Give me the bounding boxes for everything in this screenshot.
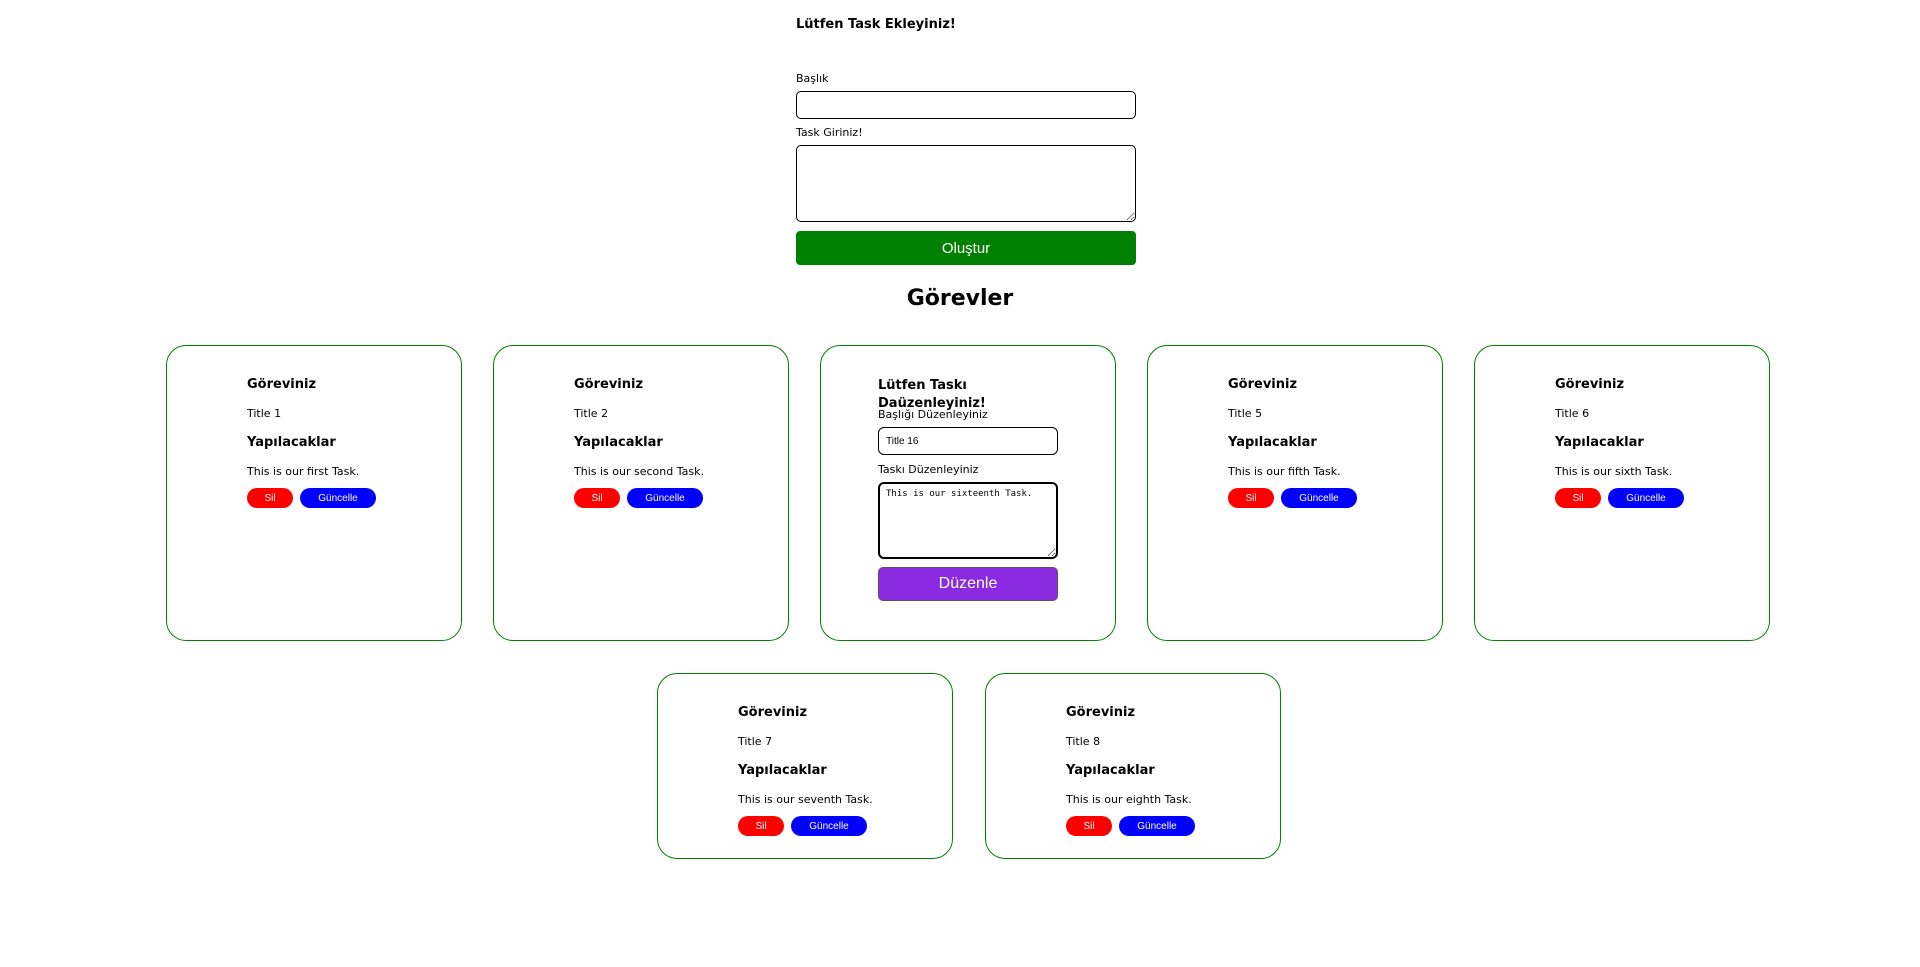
delete-button[interactable]: Sil: [1555, 488, 1601, 508]
task-description: This is our first Task.: [247, 465, 360, 478]
task-description: This is our seventh Task.: [738, 793, 873, 806]
delete-button[interactable]: Sil: [738, 816, 784, 836]
task-title: Title 8: [1066, 735, 1101, 748]
task-description: This is our sixth Task.: [1555, 465, 1673, 478]
task-card-content: Göreviniz Title 1 Yapılacaklar This is o…: [247, 376, 447, 508]
delete-button[interactable]: Sil: [1066, 816, 1112, 836]
task-heading: Göreviniz: [574, 377, 644, 392]
edit-task-textarea[interactable]: This is our sixteenth Task.: [878, 482, 1058, 559]
edit-task-label: Taskı Düzenleyiniz: [878, 463, 979, 476]
todo-heading: Yapılacaklar: [738, 763, 827, 778]
task-description: This is our eighth Task.: [1066, 793, 1192, 806]
add-task-form: Lütfen Task Ekleyiniz! Başlık Task Girin…: [796, 16, 1136, 265]
task-textarea[interactable]: [796, 145, 1136, 222]
card-actions: Sil Güncelle: [1228, 488, 1428, 508]
task-card-content: Göreviniz Title 7 Yapılacaklar This is o…: [738, 704, 938, 836]
task-heading: Göreviniz: [738, 705, 808, 720]
task-description: This is our second Task.: [574, 465, 704, 478]
add-form-title: Lütfen Task Ekleyiniz!: [796, 17, 956, 32]
card-actions: Sil Güncelle: [247, 488, 447, 508]
task-card: Göreviniz Title 2 Yapılacaklar This is o…: [493, 345, 789, 641]
page: Lütfen Task Ekleyiniz! Başlık Task Girin…: [0, 0, 1920, 967]
todo-heading: Yapılacaklar: [1555, 435, 1644, 450]
todo-heading: Yapılacaklar: [1066, 763, 1155, 778]
update-button[interactable]: Güncelle: [1119, 816, 1195, 836]
task-heading: Göreviniz: [1228, 377, 1298, 392]
tasks-heading: Görevler: [906, 286, 1014, 311]
edit-task-form: Lütfen Taskı Daüzenleyiniz! Başlığı Düze…: [878, 377, 1058, 601]
create-button[interactable]: Oluştur: [796, 231, 1136, 265]
todo-heading: Yapılacaklar: [247, 435, 336, 450]
title-input[interactable]: [796, 91, 1136, 119]
update-button[interactable]: Güncelle: [791, 816, 867, 836]
delete-button[interactable]: Sil: [1228, 488, 1274, 508]
task-label: Task Giriniz!: [796, 126, 863, 139]
todo-heading: Yapılacaklar: [574, 435, 663, 450]
edit-title-input[interactable]: [878, 427, 1058, 455]
task-card: Göreviniz Title 8 Yapılacaklar This is o…: [985, 673, 1281, 859]
task-card-content: Göreviniz Title 8 Yapılacaklar This is o…: [1066, 704, 1266, 836]
task-card-content: Göreviniz Title 5 Yapılacaklar This is o…: [1228, 376, 1428, 508]
edit-form-title: Lütfen Taskı Daüzenleyiniz!: [878, 378, 986, 411]
delete-button[interactable]: Sil: [247, 488, 293, 508]
task-title: Title 2: [574, 407, 609, 420]
edit-task-card: Lütfen Taskı Daüzenleyiniz! Başlığı Düze…: [820, 345, 1116, 641]
task-card: Göreviniz Title 6 Yapılacaklar This is o…: [1474, 345, 1770, 641]
task-card-content: Göreviniz Title 2 Yapılacaklar This is o…: [574, 376, 774, 508]
task-heading: Göreviniz: [247, 377, 317, 392]
task-title: Title 6: [1555, 407, 1590, 420]
card-actions: Sil Güncelle: [1555, 488, 1755, 508]
task-description: This is our fifth Task.: [1228, 465, 1341, 478]
card-actions: Sil Güncelle: [738, 816, 938, 836]
card-actions: Sil Güncelle: [1066, 816, 1266, 836]
update-button[interactable]: Güncelle: [1281, 488, 1357, 508]
task-title: Title 1: [247, 407, 282, 420]
edit-submit-button[interactable]: Düzenle: [878, 567, 1058, 601]
task-card: Göreviniz Title 5 Yapılacaklar This is o…: [1147, 345, 1443, 641]
task-title: Title 5: [1228, 407, 1263, 420]
edit-title-label: Başlığı Düzenleyiniz: [878, 408, 988, 421]
task-card-content: Göreviniz Title 6 Yapılacaklar This is o…: [1555, 376, 1755, 508]
task-title: Title 7: [738, 735, 773, 748]
task-card: Göreviniz Title 1 Yapılacaklar This is o…: [166, 345, 462, 641]
todo-heading: Yapılacaklar: [1228, 435, 1317, 450]
delete-button[interactable]: Sil: [574, 488, 620, 508]
update-button[interactable]: Güncelle: [300, 488, 376, 508]
update-button[interactable]: Güncelle: [627, 488, 703, 508]
title-label: Başlık: [796, 72, 829, 85]
card-actions: Sil Güncelle: [574, 488, 774, 508]
task-heading: Göreviniz: [1555, 377, 1625, 392]
update-button[interactable]: Güncelle: [1608, 488, 1684, 508]
task-heading: Göreviniz: [1066, 705, 1136, 720]
task-card: Göreviniz Title 7 Yapılacaklar This is o…: [657, 673, 953, 859]
